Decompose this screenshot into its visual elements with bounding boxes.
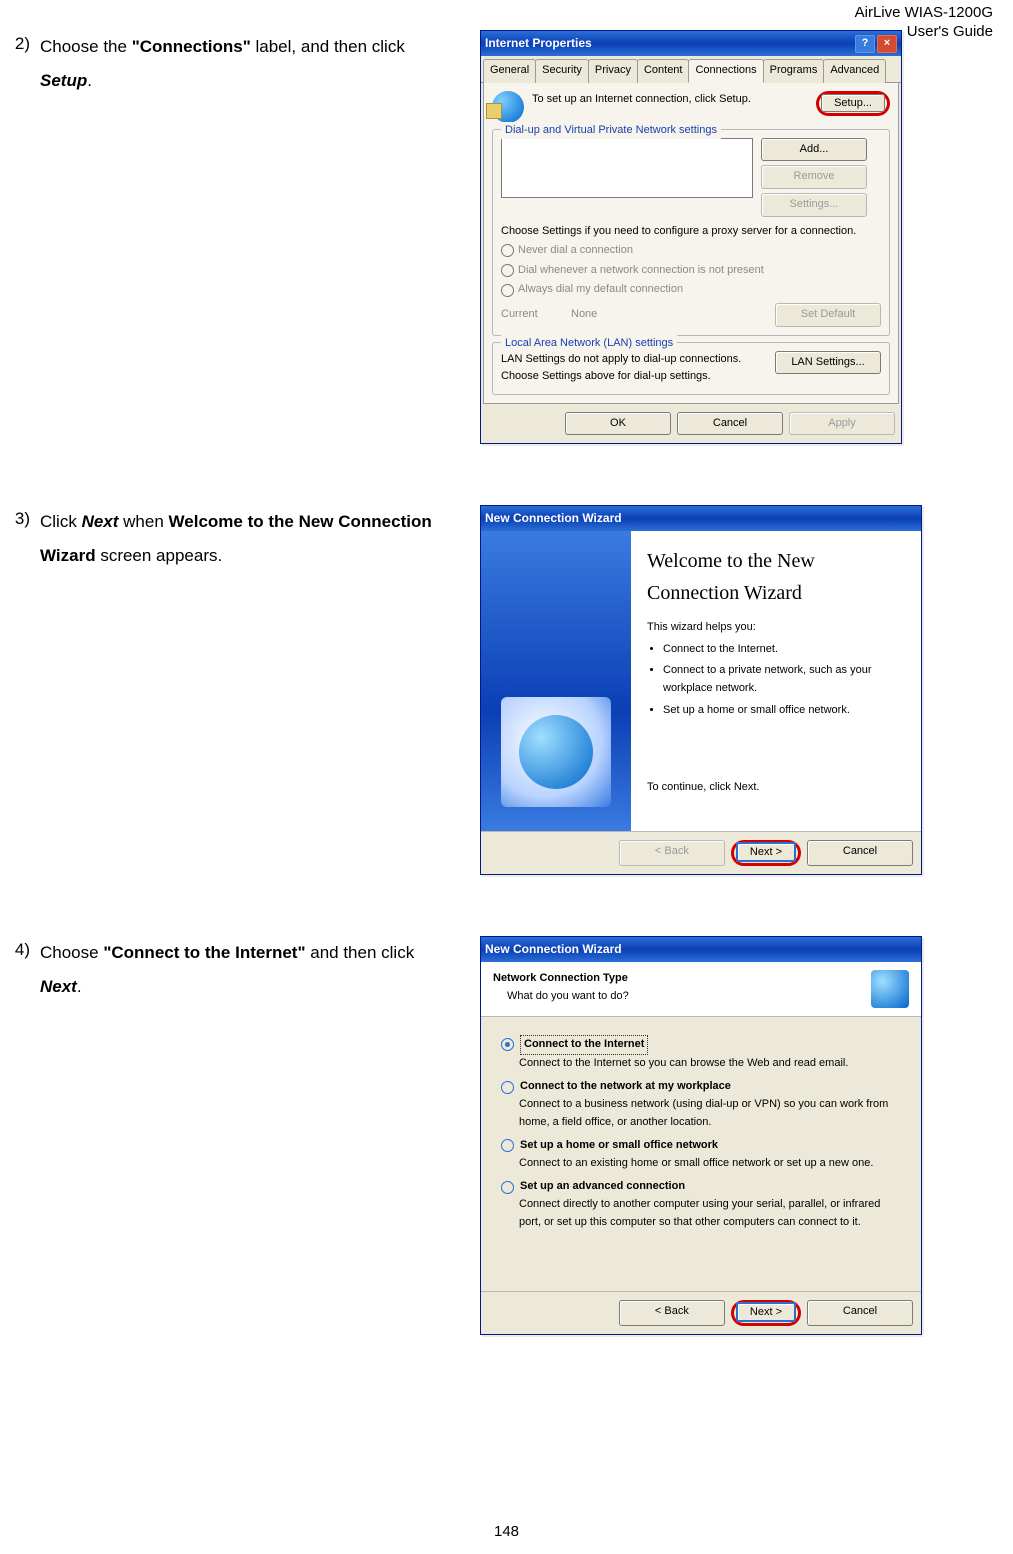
option-connect-internet[interactable]: Connect to the Internet Connect to the I…: [501, 1035, 901, 1072]
cancel-button[interactable]: Cancel: [807, 840, 913, 866]
wizard-help-intro: This wizard helps you:: [647, 619, 905, 637]
tab-connections[interactable]: Connections: [688, 59, 763, 83]
tab-strip: General Security Privacy Content Connect…: [481, 56, 901, 83]
product-name: AirLive WIAS-1200G: [855, 4, 993, 23]
window-title: Internet Properties: [485, 34, 592, 53]
remove-button: Remove: [761, 165, 867, 189]
back-button: < Back: [619, 840, 725, 866]
tab-privacy[interactable]: Privacy: [588, 59, 638, 83]
radio-never-dial: [501, 244, 514, 257]
wizard-subheading: Network Connection Type: [493, 970, 629, 988]
step-number-2: 2): [0, 30, 40, 57]
option-advanced-connection[interactable]: Set up an advanced connection Connect di…: [501, 1178, 901, 1231]
tab-general[interactable]: General: [483, 59, 536, 83]
option-home-network[interactable]: Set up a home or small office network Co…: [501, 1137, 901, 1172]
wizard-heading: Welcome to the New Connection Wizard: [647, 545, 905, 609]
group-lan-title: Local Area Network (LAN) settings: [501, 335, 677, 353]
group-dialup-title: Dial-up and Virtual Private Network sett…: [501, 122, 721, 140]
window-titlebar: New Connection Wizard: [481, 937, 921, 962]
highlight-circle: Next >: [731, 840, 801, 866]
tab-programs[interactable]: Programs: [763, 59, 825, 83]
setup-message: To set up an Internet connection, click …: [532, 91, 808, 109]
radio-dial-when-needed: [501, 264, 514, 277]
highlight-circle: Next >: [731, 1300, 801, 1326]
option-connect-workplace[interactable]: Connect to the network at my workplace C…: [501, 1078, 901, 1131]
setup-button[interactable]: Setup...: [821, 94, 885, 112]
wizard-question: What do you want to do?: [507, 988, 629, 1006]
cancel-button[interactable]: Cancel: [807, 1300, 913, 1326]
wizard-bullets: Connect to the Internet. Connect to a pr…: [647, 641, 905, 719]
new-connection-wizard-type: New Connection Wizard Network Connection…: [480, 936, 922, 1335]
window-titlebar: New Connection Wizard: [481, 506, 921, 531]
step-4-text: Choose "Connect to the Internet" and the…: [40, 936, 480, 1004]
highlight-circle: Setup...: [816, 91, 890, 117]
window-title: New Connection Wizard: [485, 509, 622, 528]
tab-security[interactable]: Security: [535, 59, 589, 83]
help-icon[interactable]: ?: [855, 35, 875, 53]
wizard-header-icon: [871, 970, 909, 1008]
current-label: Current: [501, 306, 571, 324]
current-value: None: [571, 306, 775, 324]
radio-icon: [501, 1081, 514, 1094]
lan-message: LAN Settings do not apply to dial-up con…: [501, 351, 767, 386]
wizard-side-art: [481, 531, 631, 831]
radio-selected-icon: [501, 1038, 514, 1051]
window-title: New Connection Wizard: [485, 940, 622, 959]
step-3-text: Click Next when Welcome to the New Conne…: [40, 505, 480, 573]
close-icon[interactable]: ×: [877, 35, 897, 53]
radio-icon: [501, 1181, 514, 1194]
set-default-button: Set Default: [775, 303, 881, 327]
wizard-globe-icon: [501, 697, 611, 807]
add-button[interactable]: Add...: [761, 138, 867, 162]
page-number: 148: [0, 1520, 1013, 1544]
proxy-message: Choose Settings if you need to configure…: [501, 223, 881, 241]
next-button[interactable]: Next >: [736, 842, 796, 862]
step-number-4: 4): [0, 936, 40, 963]
internet-properties-window: Internet Properties ? × General Security…: [480, 30, 902, 444]
settings-button: Settings...: [761, 193, 867, 217]
connections-listbox[interactable]: [501, 138, 753, 198]
step-2-text: Choose the "Connections" label, and then…: [40, 30, 480, 98]
ok-button[interactable]: OK: [565, 412, 671, 436]
cancel-button[interactable]: Cancel: [677, 412, 783, 436]
radio-always-dial: [501, 284, 514, 297]
radio-icon: [501, 1139, 514, 1152]
next-button[interactable]: Next >: [736, 1302, 796, 1322]
back-button[interactable]: < Back: [619, 1300, 725, 1326]
tab-content[interactable]: Content: [637, 59, 690, 83]
new-connection-wizard-welcome: New Connection Wizard Welcome to the New…: [480, 505, 922, 875]
step-number-3: 3): [0, 505, 40, 532]
lan-settings-button[interactable]: LAN Settings...: [775, 351, 881, 375]
wizard-continue-text: To continue, click Next.: [647, 779, 905, 797]
window-titlebar: Internet Properties ? ×: [481, 31, 901, 56]
apply-button: Apply: [789, 412, 895, 436]
tab-advanced[interactable]: Advanced: [823, 59, 886, 83]
internet-globe-icon: [492, 91, 524, 123]
